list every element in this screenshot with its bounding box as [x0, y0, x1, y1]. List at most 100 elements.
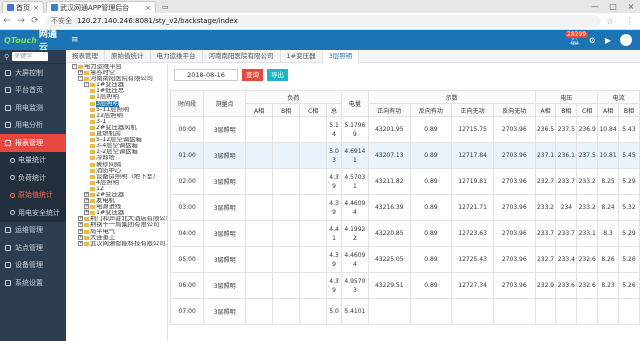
settings-icon[interactable]: ⚙ [589, 36, 596, 45]
back-button[interactable]: ← [0, 16, 14, 26]
col-header-current: 电流 [597, 90, 640, 104]
logo-text: QTouch [4, 35, 37, 45]
tab-platform[interactable]: 电力运维平台 [151, 49, 203, 63]
table-cell [272, 246, 301, 273]
table-cell: 5.0 3 [326, 142, 342, 169]
table-cell: 10.81 [597, 142, 619, 169]
sidebar-item-devices[interactable]: 设备管理 [0, 257, 66, 275]
folder-icon [84, 241, 89, 246]
sidebar-subitem-energy[interactable]: 电量统计 [0, 151, 66, 169]
table-cell [272, 220, 301, 247]
avatar[interactable] [620, 34, 632, 46]
tab-raw-stats[interactable]: 原始值统计 [105, 49, 151, 63]
folder-icon [84, 229, 89, 234]
table-row[interactable]: 04:00 3层照明 4.4 1 4.1992 2 43220.85 0.89 12723.… [169, 220, 640, 247]
table-cell: 8.24 [597, 194, 619, 221]
expand-icon[interactable]: + [84, 210, 89, 216]
table-cell [272, 298, 301, 325]
forward-button[interactable]: → [14, 16, 28, 26]
table-row[interactable]: 05:00 3层照明 4.3 9 4.4609 4 43225.05 0.89 12725.… [169, 246, 640, 273]
browser-tab-home[interactable]: 首页 × [2, 1, 44, 13]
tree-node-label: 1层照明 [96, 94, 119, 101]
close-icon[interactable]: × [33, 4, 39, 12]
expand-icon[interactable]: + [78, 228, 83, 234]
col-subheader: A相 [534, 103, 557, 117]
new-tab-button[interactable]: ▭ [158, 1, 172, 13]
table-cell [299, 298, 328, 325]
gear-icon [5, 279, 11, 286]
expand-icon[interactable]: + [84, 198, 89, 204]
expand-icon[interactable]: + [78, 216, 83, 222]
col-subheader: C相 [299, 103, 328, 117]
menu-toggle-icon[interactable]: ≡ [71, 35, 79, 45]
table-cell [299, 168, 328, 195]
folder-icon [90, 168, 95, 173]
sidebar-item-ops[interactable]: 运维管理 [0, 222, 66, 240]
play-icon[interactable]: ▶ [605, 36, 611, 45]
table-cell: 0.89 [409, 168, 453, 195]
table-cell [299, 272, 328, 299]
reload-button[interactable]: ⟳ [28, 16, 42, 26]
circle-icon [10, 157, 15, 163]
expand-icon[interactable]: + [78, 222, 83, 228]
browser-menu-icon[interactable]: ⋮ [626, 17, 634, 26]
export-button[interactable]: 导出 [267, 68, 288, 81]
tab-hospital[interactable]: 河南南阳医院有限公司 [203, 49, 281, 63]
table-cell: 8.3 [597, 220, 619, 247]
expand-icon[interactable]: + [84, 204, 89, 210]
maximize-button[interactable]: □ [604, 0, 622, 13]
close-window-button[interactable]: × [622, 0, 640, 13]
minimize-button[interactable]: — [586, 0, 604, 13]
sidebar-item-home[interactable]: 平台首页 [0, 82, 66, 100]
address-bar: ← → ⟳ 不安全 120.27.140.246:8081/sty_v2/bac… [0, 13, 640, 30]
table-row[interactable]: 06:00 3层照明 4.3 9 4.9570 3 43229.51 0.89 12727.… [169, 272, 640, 299]
sidebar-item-sites[interactable]: 站点管理 [0, 239, 66, 257]
url-field[interactable]: 不安全 120.27.140.246:8081/sty_v2/backstage… [46, 14, 600, 28]
sidebar-item-dashboard[interactable]: 大屏控制 [0, 64, 66, 82]
table-cell: 3层照明 [203, 246, 247, 273]
table-cell: 2703.96 [492, 194, 536, 221]
collapse-icon[interactable]: - [84, 82, 89, 88]
search-input[interactable]: 关键字 [12, 52, 49, 61]
close-icon[interactable]: × [145, 4, 151, 12]
table-cell [272, 168, 301, 195]
sidebar-item-monitor[interactable]: 用电监测 [0, 99, 66, 117]
sidebar-item-analysis[interactable]: 用电分析 [0, 117, 66, 135]
tab-reports[interactable]: 报表管理 [66, 49, 105, 63]
sidebar-subitem-safety[interactable]: 用电安全统计 [0, 204, 66, 222]
sidebar-item-settings[interactable]: 系统设置 [0, 274, 66, 292]
table-row[interactable]: 00:00 3层照明 5.1 4 5.1796 9 43201.95 0.89 12715.… [169, 116, 640, 143]
tree-node-label: 3-4层空调盘箱 [96, 143, 138, 150]
collapse-icon[interactable]: - [72, 64, 77, 69]
notification-badge: 28299 [565, 31, 589, 38]
table-cell: 233.7 [555, 220, 578, 247]
table-cell [245, 142, 274, 169]
table-cell: 8.26 [597, 246, 619, 273]
table-cell: 43201.95 [367, 116, 411, 143]
table-row[interactable]: 02:00 3层照明 4.3 9 4.5703 1 43211.82 0.89 12719.… [169, 168, 640, 195]
sidebar-subitem-raw[interactable]: 原始值统计 [0, 186, 66, 204]
table-cell: 12715.75 [451, 116, 494, 143]
sidebar-subitem-load[interactable]: 负荷统计 [0, 169, 66, 187]
collapse-icon[interactable]: - [78, 76, 83, 82]
expand-icon[interactable]: + [84, 191, 89, 197]
browser-tab-admin[interactable]: 武汉网通APP管理后台 × [46, 1, 156, 13]
table-cell: 3层照明 [203, 298, 247, 325]
circle-icon [10, 210, 15, 216]
query-button[interactable]: 查询 [242, 68, 263, 81]
expand-icon[interactable]: + [78, 240, 83, 246]
table-row[interactable]: 07:00 3层照明 5.0 5.4101 [169, 298, 640, 325]
sidebar-item-reports[interactable]: 报表管理 [0, 134, 66, 152]
tab-3f-lighting[interactable]: 3层照明 [322, 49, 360, 63]
date-input[interactable]: 2018-08-16 [174, 68, 238, 81]
table-row[interactable]: 03:00 3层照明 4.3 9 4.4609 4 43216.39 0.89 12721.… [169, 194, 640, 221]
expand-icon[interactable]: + [78, 234, 83, 240]
expand-icon[interactable]: + [78, 70, 83, 76]
folder-icon [90, 156, 95, 161]
tree-node[interactable]: + 武汉网通智能科技有限公司 [70, 240, 167, 247]
table-cell: 236.9 [576, 116, 599, 143]
tab-transformer[interactable]: 1#变压器 [281, 49, 323, 63]
table-row[interactable]: 01:00 3层照明 5.0 3 4.6914 1 43207.13 0.89 12717.… [169, 142, 640, 169]
bookmark-star-icon[interactable]: ☆ [606, 17, 613, 26]
table-cell [299, 116, 328, 143]
